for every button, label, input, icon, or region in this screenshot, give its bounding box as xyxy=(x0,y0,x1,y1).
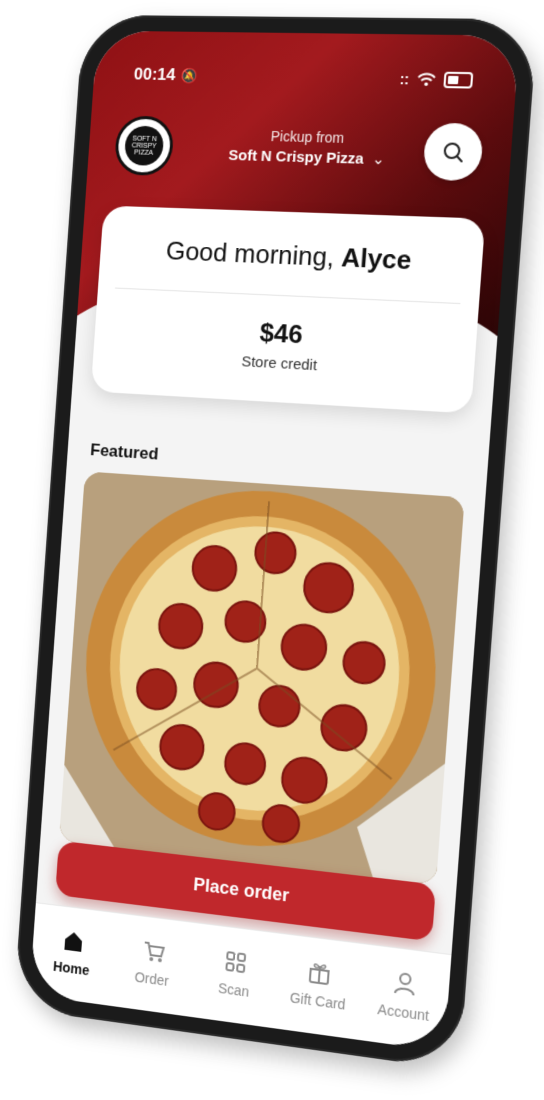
silent-bell-icon: 🔕 xyxy=(180,66,199,84)
greeting-text: Good morning, xyxy=(164,235,336,273)
pizza-illustration xyxy=(58,471,465,885)
tab-order[interactable]: Order xyxy=(115,933,191,991)
gift-icon xyxy=(305,957,335,989)
battery-icon xyxy=(443,71,474,89)
tab-gift-card-label: Gift Card xyxy=(289,989,347,1013)
qr-icon xyxy=(221,947,250,978)
tab-order-label: Order xyxy=(134,968,170,990)
card-divider xyxy=(114,287,461,305)
home-icon xyxy=(64,931,83,952)
person-icon xyxy=(390,968,421,1000)
welcome-card: Good morning, Alyce $46 Store credit xyxy=(90,205,486,414)
search-icon xyxy=(441,140,465,163)
cart-icon xyxy=(139,936,168,963)
app-screen: 00:14 🔕 :: SOFT N CRISPY PIZZA Pickup fr… xyxy=(29,30,520,1052)
tab-account[interactable]: Account xyxy=(364,965,445,1026)
chevron-down-icon: ⌄ xyxy=(371,150,386,169)
tab-home[interactable]: Home xyxy=(35,923,109,981)
featured-title: Featured xyxy=(89,440,160,464)
signal-icon: :: xyxy=(399,70,410,88)
tab-scan[interactable]: Scan xyxy=(196,944,274,1003)
user-name: Alyce xyxy=(340,242,413,276)
status-time: 00:14 xyxy=(133,64,177,85)
tab-gift-card[interactable]: Gift Card xyxy=(279,954,358,1014)
pickup-selector[interactable]: Pickup from Soft N Crispy Pizza ⌄ xyxy=(193,126,424,169)
store-logo-text: SOFT N CRISPY PIZZA xyxy=(123,125,165,166)
phone-mockup: 00:14 🔕 :: SOFT N CRISPY PIZZA Pickup fr… xyxy=(13,14,538,1071)
tab-account-label: Account xyxy=(376,1000,430,1024)
tab-scan-label: Scan xyxy=(217,979,250,1000)
tab-home-label: Home xyxy=(52,958,90,979)
featured-pizza-image[interactable] xyxy=(58,471,465,885)
wifi-icon xyxy=(417,72,436,87)
greeting-line: Good morning, Alyce xyxy=(100,233,483,279)
